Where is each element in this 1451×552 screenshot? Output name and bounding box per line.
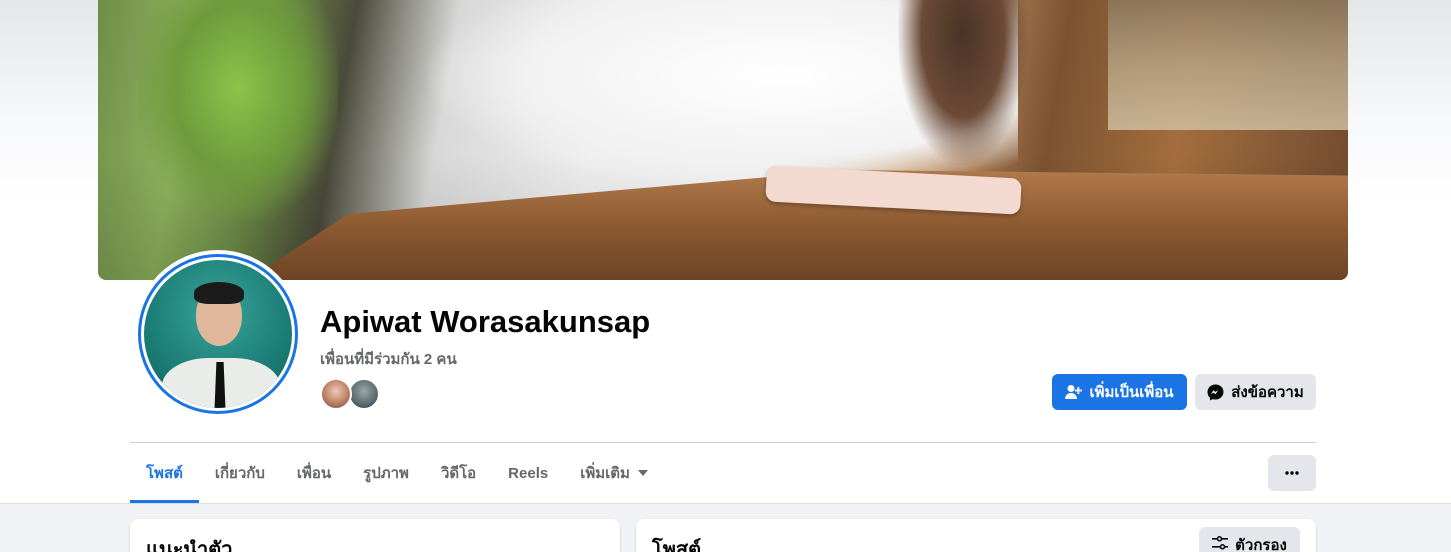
header-bottom-border [0, 503, 1451, 504]
profile-tabs: โพสต์ เกี่ยวกับ เพื่อน รูปภาพ วิดีโอ Ree… [130, 443, 664, 503]
posts-card: โพสต์ ตัวกรอง [636, 519, 1316, 552]
more-options-button[interactable] [1268, 455, 1316, 491]
messenger-icon [1207, 384, 1224, 401]
avatar-hair [194, 282, 244, 304]
tab-label: เพื่อน [296, 465, 332, 482]
cover-greenery [138, 0, 338, 220]
ellipsis-icon [1285, 471, 1299, 475]
tab-photos[interactable]: รูปภาพ [347, 443, 425, 503]
mutual-friends-link[interactable]: เพื่อนที่มีร่วมกัน 2 คน [320, 347, 457, 371]
filter-button[interactable]: ตัวกรอง [1199, 527, 1300, 552]
message-label: ส่งข้อความ [1231, 384, 1304, 401]
tab-label: เกี่ยวกับ [214, 465, 265, 482]
tab-posts[interactable]: โพสต์ [130, 443, 199, 503]
intro-card: แนะนำตัว [130, 519, 620, 552]
tab-label: เพิ่มเติม [580, 465, 630, 482]
tab-more[interactable]: เพิ่มเติม [564, 443, 664, 503]
tab-label: วิดีโอ [440, 465, 477, 482]
profile-picture-story-ring [138, 254, 298, 414]
posts-card-title: โพสต์ [652, 539, 702, 552]
filter-label: ตัวกรอง [1235, 537, 1287, 552]
add-friend-label: เพิ่มเป็นเพื่อน [1089, 384, 1174, 401]
tab-friends[interactable]: เพื่อน [281, 443, 347, 503]
person-add-icon [1065, 384, 1083, 400]
add-friend-button[interactable]: เพิ่มเป็นเพื่อน [1052, 374, 1187, 410]
profile-name: Apiwat Worasakunsap [320, 304, 651, 339]
sliders-icon [1212, 536, 1229, 552]
tab-about[interactable]: เกี่ยวกับ [199, 443, 281, 503]
caret-down-icon [637, 470, 648, 476]
mutual-friends-avatars [320, 378, 384, 410]
cover-hair [898, 0, 1028, 165]
mutual-friend-avatar[interactable] [320, 378, 352, 410]
profile-picture[interactable] [134, 250, 302, 418]
tab-reels[interactable]: Reels [492, 443, 564, 503]
mutual-friend-avatar[interactable] [348, 378, 380, 410]
profile-picture-image [144, 260, 292, 408]
tab-label: โพสต์ [146, 465, 183, 482]
cover-background-shelf [1108, 0, 1348, 130]
message-button[interactable]: ส่งข้อความ [1195, 374, 1316, 410]
tab-videos[interactable]: วิดีโอ [425, 443, 492, 503]
tab-label: รูปภาพ [363, 465, 409, 482]
intro-card-title: แนะนำตัว [146, 539, 233, 552]
tab-label: Reels [508, 464, 549, 482]
cover-photo[interactable] [98, 0, 1348, 280]
